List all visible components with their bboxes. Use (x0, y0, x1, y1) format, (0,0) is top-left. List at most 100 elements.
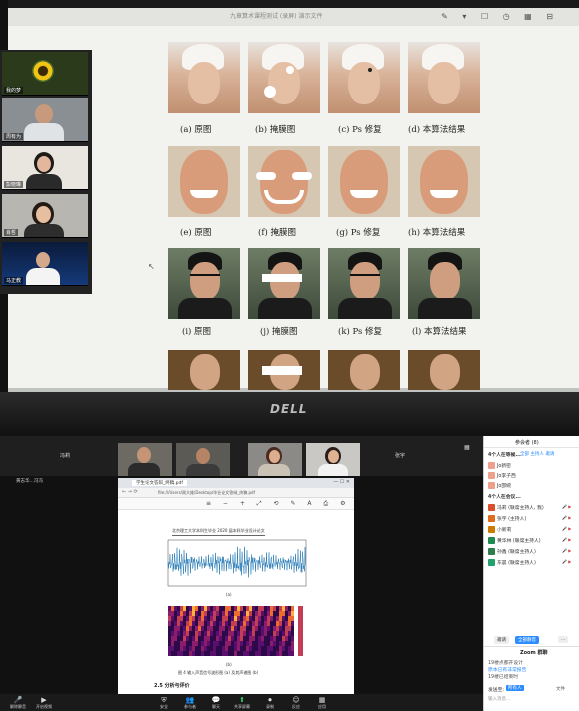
security-button[interactable]: ⛨ 安全 (150, 697, 178, 710)
chat-line: 原本已有非常报告 (488, 668, 527, 673)
admit-all-link[interactable]: 全部 主持人 邀请 (520, 451, 554, 457)
participant-item[interactable]: 小新莉 🎤 ▶ (488, 526, 571, 533)
invite-button[interactable]: 邀请 (494, 636, 509, 644)
apps-button[interactable]: ▦ 应用 (308, 697, 336, 710)
mic-button[interactable]: 🎤 解除静音 (4, 697, 32, 710)
mic-status-icon[interactable]: 🎤 ▶ (562, 548, 571, 553)
file-button[interactable]: 文件 (556, 686, 565, 692)
browser-tab-bar: 学生论文答辩_终稿.pdf — ☐ ✕ (118, 478, 354, 488)
waiting-label: 4个人在等候... (488, 453, 521, 458)
face-image-c (328, 42, 400, 113)
participant-name: 张宇 (主持人) (497, 517, 527, 522)
zoom-video-tile[interactable] (248, 443, 302, 476)
window-controls-icon[interactable]: — ☐ ✕ (333, 479, 350, 485)
share-button[interactable]: ⬆ 共享屏幕 (228, 697, 256, 710)
zoom-video-tile[interactable] (118, 443, 172, 476)
tab-invite[interactable]: 邀请 (545, 452, 554, 457)
avatar (488, 472, 495, 479)
toolbar-label: 应用 (318, 704, 326, 709)
fig-label-b: (b) (226, 662, 232, 667)
mic-icon: 🎤 (13, 696, 23, 704)
waiting-item[interactable]: Jo邵婉 (488, 482, 511, 489)
video-name: 周有为 (4, 133, 24, 140)
avatar (488, 515, 495, 522)
pdf-page: 北京理工大学本科生毕业 2020 届本科毕业设计论文 (a) (b) 图 4 输… (150, 522, 318, 694)
gallery-name-left: 冯莉 (60, 453, 71, 459)
sunflower-avatar (32, 60, 54, 82)
tab-host[interactable]: 主持人 (530, 452, 544, 457)
tab-all[interactable]: 全部 (520, 452, 529, 457)
participant-item[interactable]: 东晨 (联席主持人) 🎤 ▶ (488, 559, 571, 566)
caption-d: (d) 本算法结果 (408, 125, 466, 135)
pdf-toolbar-icons[interactable]: ≡ − + ⤢ ⟲ ✎ A ⎙ ⚙ (206, 500, 350, 508)
face-image-m (168, 350, 240, 390)
toolbar-label: 开启视频 (36, 704, 52, 709)
face-image-o (328, 350, 400, 390)
participant-item[interactable]: 冯莉 (联席主持人, 我) 🎤 ▶ (488, 504, 571, 511)
person-body (24, 123, 64, 141)
mic-status-icon[interactable]: 🎤 ▶ (562, 515, 571, 520)
waiting-item[interactable]: Jo李子西 (488, 472, 516, 479)
participant-item[interactable]: 张宇 (主持人) 🎤 ▶ (488, 515, 571, 522)
chat-icon: 💬 (211, 696, 221, 704)
chat-input[interactable]: 输入消息... (488, 696, 510, 702)
nav-arrows-icon[interactable]: ← → ⟳ (122, 489, 138, 495)
zoom-video-tile[interactable] (176, 443, 230, 476)
video-name: 马正教 (4, 277, 24, 284)
participants-icon: 👥 (185, 696, 195, 704)
caption-f: (f) 掩膜图 (258, 228, 296, 238)
caption-a: (a) 原图 (180, 125, 212, 135)
toolbar-label: 反应 (292, 704, 300, 709)
face-image-f (248, 146, 320, 217)
video-tile[interactable]: 马正教 (2, 242, 88, 286)
gallery-name-right: 张宇 (395, 453, 406, 459)
caption-k: (k) Ps 修复 (338, 327, 383, 337)
participants-button[interactable]: 👥 参与者 (176, 697, 204, 710)
person-head (37, 156, 51, 172)
video-button[interactable]: ▶ 开启视频 (30, 697, 58, 710)
zoom-video-tile[interactable] (306, 443, 360, 476)
video-tile[interactable]: 周有为 (2, 98, 88, 142)
face-image-g (328, 146, 400, 217)
share-icon: ⬆ (239, 696, 245, 704)
person-body (24, 224, 64, 237)
participant-name: 冯莉 (联席主持人, 我) (497, 506, 544, 511)
chat-button[interactable]: 💬 聊天 (202, 697, 230, 710)
gallery-view-icon[interactable]: ▦ (464, 444, 470, 451)
more-button[interactable]: ... (558, 636, 569, 643)
participant-item[interactable]: 孙鑫 (联席主持人) 🎤 ▶ (488, 548, 571, 555)
participant-item[interactable]: 黄华林 (联席主持人) 🎤 ▶ (488, 537, 571, 544)
avatar (488, 559, 495, 566)
caption-g: (g) Ps 修复 (336, 228, 381, 238)
record-button[interactable]: ⏺ 录制 (256, 697, 284, 710)
face-image-a (168, 42, 240, 113)
address-bar[interactable]: ← → ⟳ file:///Users/周大维/Desktop/毕业论文答辩_终… (118, 488, 354, 498)
mute-all-button[interactable]: 全部静音 (515, 636, 539, 644)
browser-tab[interactable]: 学生论文答辩_终稿.pdf (132, 480, 187, 486)
left-panel-label-2: 冯冯 (34, 479, 43, 484)
toolbar-label: 解除静音 (10, 704, 26, 709)
toolbar-label: 安全 (160, 704, 168, 709)
waiting-name: Jo李子西 (497, 474, 516, 479)
window-toolbar-icons[interactable]: ✎ ▾ ☐ ◷ ▦ ⊟ (441, 12, 559, 21)
avatar (488, 526, 495, 533)
reactions-icon: ☺ (292, 696, 300, 704)
video-tile[interactable]: 彭晓琳 (2, 146, 88, 190)
participants-title: 参会者 (8) (515, 440, 539, 446)
mic-status-icon[interactable]: 🎤 ▶ (562, 504, 571, 509)
video-tile[interactable]: 肖哲 (2, 194, 88, 238)
toolbar-label: 聊天 (212, 704, 220, 709)
waiting-item[interactable]: Jo新密 (488, 462, 511, 469)
send-to-label: 发送至: (488, 688, 505, 693)
reactions-button[interactable]: ☺ 反应 (282, 697, 310, 710)
mic-status-icon[interactable]: 🎤 ▶ (562, 559, 571, 564)
spectrogram-plot (168, 606, 303, 656)
participant-name: 孙鑫 (联席主持人) (497, 550, 536, 555)
face-image-e (168, 146, 240, 217)
record-icon: ⏺ (268, 696, 272, 704)
mic-status-icon[interactable]: 🎤 ▶ (562, 537, 571, 542)
send-to-select[interactable]: 所有人 (506, 685, 524, 691)
avatar (488, 504, 495, 511)
mic-status-icon[interactable]: 🎤 ▶ (562, 526, 571, 531)
video-tile[interactable]: 我的梦 (2, 52, 88, 96)
